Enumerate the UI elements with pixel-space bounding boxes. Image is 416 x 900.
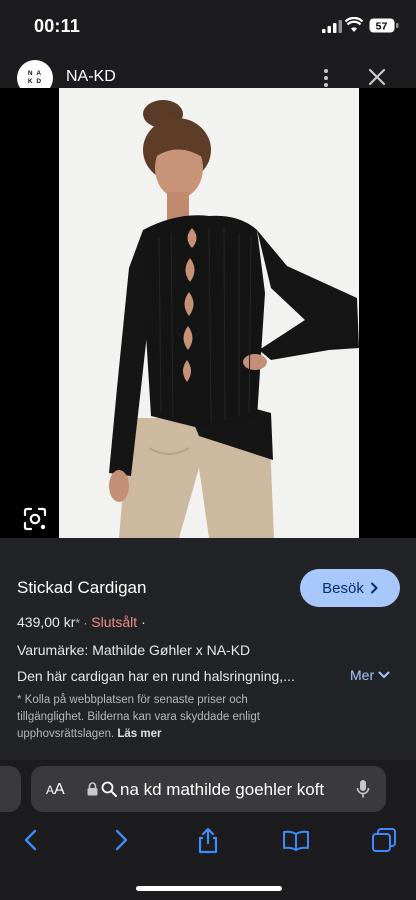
price-disclaimer: * Kolla på webbplatsen för senaste prise…: [17, 692, 307, 743]
read-more-link[interactable]: Läs mer: [117, 728, 161, 740]
home-indicator[interactable]: [136, 886, 282, 891]
tabs-icon[interactable]: [370, 826, 398, 854]
more-button-label: Mer: [350, 667, 375, 683]
more-options-icon[interactable]: [318, 68, 334, 88]
price-row: 439,00 kr* · Slutsålt ·: [17, 614, 146, 630]
microphone-icon[interactable]: [356, 779, 370, 799]
browser-toolbar: [0, 822, 416, 862]
price-suffix: * ·: [75, 616, 88, 630]
price: 439,00 kr: [17, 614, 76, 630]
back-icon[interactable]: [17, 826, 45, 854]
status-bar: 00:11 57: [0, 0, 416, 54]
product-image-area: [0, 88, 416, 538]
lock-icon: [87, 782, 98, 796]
product-photo[interactable]: [59, 88, 359, 538]
visit-button[interactable]: Besök: [300, 569, 400, 607]
browser-chrome: AA na kd mathilde goehler koft: [0, 760, 416, 900]
previous-tab-bar[interactable]: [0, 766, 21, 812]
share-icon[interactable]: [194, 826, 222, 854]
site-name[interactable]: NA-KD: [66, 68, 116, 86]
lens-search-icon[interactable]: [22, 506, 48, 532]
close-icon[interactable]: [368, 68, 386, 86]
brand-text: Varumärke: Mathilde Gøhler x NA-KD: [17, 642, 251, 658]
visit-button-label: Besök: [322, 579, 364, 597]
description-text: Den här cardigan har en rund halsringnin…: [17, 668, 295, 684]
model-illustration: [59, 88, 359, 538]
product-info-panel: Stickad Cardigan Besök 439,00 kr* · Slut…: [0, 538, 416, 760]
address-bar[interactable]: AA na kd mathilde goehler koft: [31, 766, 386, 812]
reader-options-button[interactable]: AA: [46, 781, 65, 799]
wifi-icon: [345, 17, 363, 32]
chevron-down-icon: [378, 671, 390, 679]
availability-suffix: ·: [141, 614, 146, 630]
cellular-signal-icon: [322, 20, 342, 33]
status-time: 00:11: [34, 16, 81, 36]
more-button[interactable]: Mer: [350, 667, 390, 683]
availability-badge: Slutsålt: [91, 614, 138, 630]
search-icon: [101, 781, 117, 797]
chevron-right-icon: [370, 582, 378, 594]
url-text[interactable]: na kd mathilde goehler koft: [120, 780, 346, 800]
battery-icon: 57: [369, 18, 399, 33]
battery-level: 57: [376, 21, 388, 33]
bookmarks-icon[interactable]: [282, 826, 310, 854]
product-title: Stickad Cardigan: [17, 578, 147, 597]
site-header: N AK D NA-KD: [0, 54, 416, 96]
forward-icon[interactable]: [107, 826, 135, 854]
